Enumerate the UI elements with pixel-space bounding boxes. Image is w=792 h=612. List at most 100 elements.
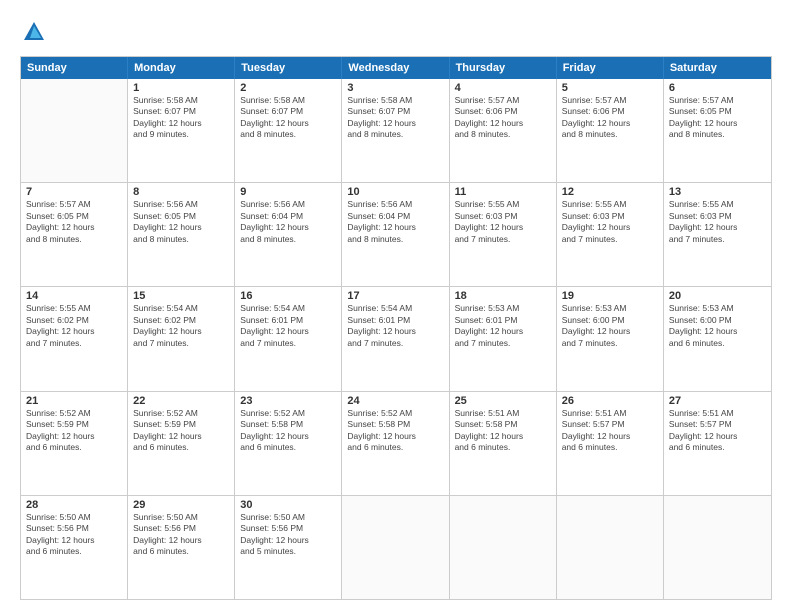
day-number: 30 <box>240 499 336 511</box>
calendar-cell: 15Sunrise: 5:54 AMSunset: 6:02 PMDayligh… <box>128 287 235 390</box>
calendar-cell: 13Sunrise: 5:55 AMSunset: 6:03 PMDayligh… <box>664 183 771 286</box>
calendar-cell <box>557 496 664 599</box>
day-number: 6 <box>669 82 766 94</box>
day-info: Sunrise: 5:57 AMSunset: 6:06 PMDaylight:… <box>455 95 551 141</box>
calendar-cell: 2Sunrise: 5:58 AMSunset: 6:07 PMDaylight… <box>235 79 342 182</box>
day-number: 27 <box>669 395 766 407</box>
day-number: 14 <box>26 290 122 302</box>
day-number: 20 <box>669 290 766 302</box>
calendar-cell: 27Sunrise: 5:51 AMSunset: 5:57 PMDayligh… <box>664 392 771 495</box>
day-info: Sunrise: 5:53 AMSunset: 6:00 PMDaylight:… <box>562 303 658 349</box>
day-number: 18 <box>455 290 551 302</box>
calendar-cell: 24Sunrise: 5:52 AMSunset: 5:58 PMDayligh… <box>342 392 449 495</box>
calendar-cell: 20Sunrise: 5:53 AMSunset: 6:00 PMDayligh… <box>664 287 771 390</box>
calendar-cell: 29Sunrise: 5:50 AMSunset: 5:56 PMDayligh… <box>128 496 235 599</box>
calendar-cell: 16Sunrise: 5:54 AMSunset: 6:01 PMDayligh… <box>235 287 342 390</box>
calendar-cell: 22Sunrise: 5:52 AMSunset: 5:59 PMDayligh… <box>128 392 235 495</box>
calendar-cell <box>342 496 449 599</box>
calendar-cell: 28Sunrise: 5:50 AMSunset: 5:56 PMDayligh… <box>21 496 128 599</box>
day-info: Sunrise: 5:50 AMSunset: 5:56 PMDaylight:… <box>240 512 336 558</box>
header-day-monday: Monday <box>128 57 235 79</box>
day-number: 5 <box>562 82 658 94</box>
calendar-cell: 9Sunrise: 5:56 AMSunset: 6:04 PMDaylight… <box>235 183 342 286</box>
day-number: 21 <box>26 395 122 407</box>
header <box>20 18 772 46</box>
calendar-cell: 8Sunrise: 5:56 AMSunset: 6:05 PMDaylight… <box>128 183 235 286</box>
day-number: 9 <box>240 186 336 198</box>
calendar-cell: 11Sunrise: 5:55 AMSunset: 6:03 PMDayligh… <box>450 183 557 286</box>
calendar-cell: 3Sunrise: 5:58 AMSunset: 6:07 PMDaylight… <box>342 79 449 182</box>
calendar-cell: 17Sunrise: 5:54 AMSunset: 6:01 PMDayligh… <box>342 287 449 390</box>
day-number: 13 <box>669 186 766 198</box>
day-info: Sunrise: 5:58 AMSunset: 6:07 PMDaylight:… <box>240 95 336 141</box>
day-info: Sunrise: 5:56 AMSunset: 6:05 PMDaylight:… <box>133 199 229 245</box>
day-info: Sunrise: 5:52 AMSunset: 5:58 PMDaylight:… <box>240 408 336 454</box>
calendar-cell: 21Sunrise: 5:52 AMSunset: 5:59 PMDayligh… <box>21 392 128 495</box>
day-number: 16 <box>240 290 336 302</box>
day-info: Sunrise: 5:57 AMSunset: 6:06 PMDaylight:… <box>562 95 658 141</box>
calendar-header: SundayMondayTuesdayWednesdayThursdayFrid… <box>21 57 771 79</box>
calendar-cell: 6Sunrise: 5:57 AMSunset: 6:05 PMDaylight… <box>664 79 771 182</box>
logo-icon <box>20 18 48 46</box>
day-number: 23 <box>240 395 336 407</box>
day-number: 8 <box>133 186 229 198</box>
calendar-body: 1Sunrise: 5:58 AMSunset: 6:07 PMDaylight… <box>21 79 771 599</box>
day-number: 12 <box>562 186 658 198</box>
day-number: 28 <box>26 499 122 511</box>
day-number: 24 <box>347 395 443 407</box>
calendar-cell: 4Sunrise: 5:57 AMSunset: 6:06 PMDaylight… <box>450 79 557 182</box>
calendar-cell: 25Sunrise: 5:51 AMSunset: 5:58 PMDayligh… <box>450 392 557 495</box>
day-info: Sunrise: 5:55 AMSunset: 6:03 PMDaylight:… <box>562 199 658 245</box>
day-info: Sunrise: 5:54 AMSunset: 6:01 PMDaylight:… <box>240 303 336 349</box>
day-number: 19 <box>562 290 658 302</box>
day-number: 4 <box>455 82 551 94</box>
day-info: Sunrise: 5:54 AMSunset: 6:01 PMDaylight:… <box>347 303 443 349</box>
day-info: Sunrise: 5:52 AMSunset: 5:58 PMDaylight:… <box>347 408 443 454</box>
calendar-cell: 10Sunrise: 5:56 AMSunset: 6:04 PMDayligh… <box>342 183 449 286</box>
calendar-cell: 14Sunrise: 5:55 AMSunset: 6:02 PMDayligh… <box>21 287 128 390</box>
day-info: Sunrise: 5:56 AMSunset: 6:04 PMDaylight:… <box>240 199 336 245</box>
day-info: Sunrise: 5:50 AMSunset: 5:56 PMDaylight:… <box>26 512 122 558</box>
day-number: 7 <box>26 186 122 198</box>
day-number: 3 <box>347 82 443 94</box>
day-number: 29 <box>133 499 229 511</box>
calendar-cell: 23Sunrise: 5:52 AMSunset: 5:58 PMDayligh… <box>235 392 342 495</box>
page: SundayMondayTuesdayWednesdayThursdayFrid… <box>0 0 792 612</box>
day-info: Sunrise: 5:58 AMSunset: 6:07 PMDaylight:… <box>347 95 443 141</box>
calendar-cell: 7Sunrise: 5:57 AMSunset: 6:05 PMDaylight… <box>21 183 128 286</box>
header-day-wednesday: Wednesday <box>342 57 449 79</box>
logo <box>20 18 52 46</box>
calendar-cell: 30Sunrise: 5:50 AMSunset: 5:56 PMDayligh… <box>235 496 342 599</box>
header-day-thursday: Thursday <box>450 57 557 79</box>
calendar-week-2: 14Sunrise: 5:55 AMSunset: 6:02 PMDayligh… <box>21 287 771 391</box>
day-info: Sunrise: 5:55 AMSunset: 6:03 PMDaylight:… <box>455 199 551 245</box>
day-info: Sunrise: 5:53 AMSunset: 6:00 PMDaylight:… <box>669 303 766 349</box>
calendar-cell: 19Sunrise: 5:53 AMSunset: 6:00 PMDayligh… <box>557 287 664 390</box>
calendar-week-0: 1Sunrise: 5:58 AMSunset: 6:07 PMDaylight… <box>21 79 771 183</box>
day-info: Sunrise: 5:52 AMSunset: 5:59 PMDaylight:… <box>26 408 122 454</box>
day-info: Sunrise: 5:55 AMSunset: 6:03 PMDaylight:… <box>669 199 766 245</box>
day-number: 15 <box>133 290 229 302</box>
header-day-friday: Friday <box>557 57 664 79</box>
day-info: Sunrise: 5:51 AMSunset: 5:57 PMDaylight:… <box>669 408 766 454</box>
day-number: 17 <box>347 290 443 302</box>
day-info: Sunrise: 5:57 AMSunset: 6:05 PMDaylight:… <box>669 95 766 141</box>
calendar-cell: 5Sunrise: 5:57 AMSunset: 6:06 PMDaylight… <box>557 79 664 182</box>
calendar-week-3: 21Sunrise: 5:52 AMSunset: 5:59 PMDayligh… <box>21 392 771 496</box>
calendar-week-4: 28Sunrise: 5:50 AMSunset: 5:56 PMDayligh… <box>21 496 771 599</box>
day-info: Sunrise: 5:54 AMSunset: 6:02 PMDaylight:… <box>133 303 229 349</box>
day-info: Sunrise: 5:56 AMSunset: 6:04 PMDaylight:… <box>347 199 443 245</box>
day-info: Sunrise: 5:53 AMSunset: 6:01 PMDaylight:… <box>455 303 551 349</box>
day-info: Sunrise: 5:57 AMSunset: 6:05 PMDaylight:… <box>26 199 122 245</box>
day-number: 26 <box>562 395 658 407</box>
day-number: 25 <box>455 395 551 407</box>
day-number: 2 <box>240 82 336 94</box>
day-info: Sunrise: 5:51 AMSunset: 5:57 PMDaylight:… <box>562 408 658 454</box>
calendar-cell: 1Sunrise: 5:58 AMSunset: 6:07 PMDaylight… <box>128 79 235 182</box>
calendar-week-1: 7Sunrise: 5:57 AMSunset: 6:05 PMDaylight… <box>21 183 771 287</box>
calendar-cell <box>664 496 771 599</box>
day-number: 11 <box>455 186 551 198</box>
header-day-sunday: Sunday <box>21 57 128 79</box>
calendar-cell: 18Sunrise: 5:53 AMSunset: 6:01 PMDayligh… <box>450 287 557 390</box>
header-day-saturday: Saturday <box>664 57 771 79</box>
